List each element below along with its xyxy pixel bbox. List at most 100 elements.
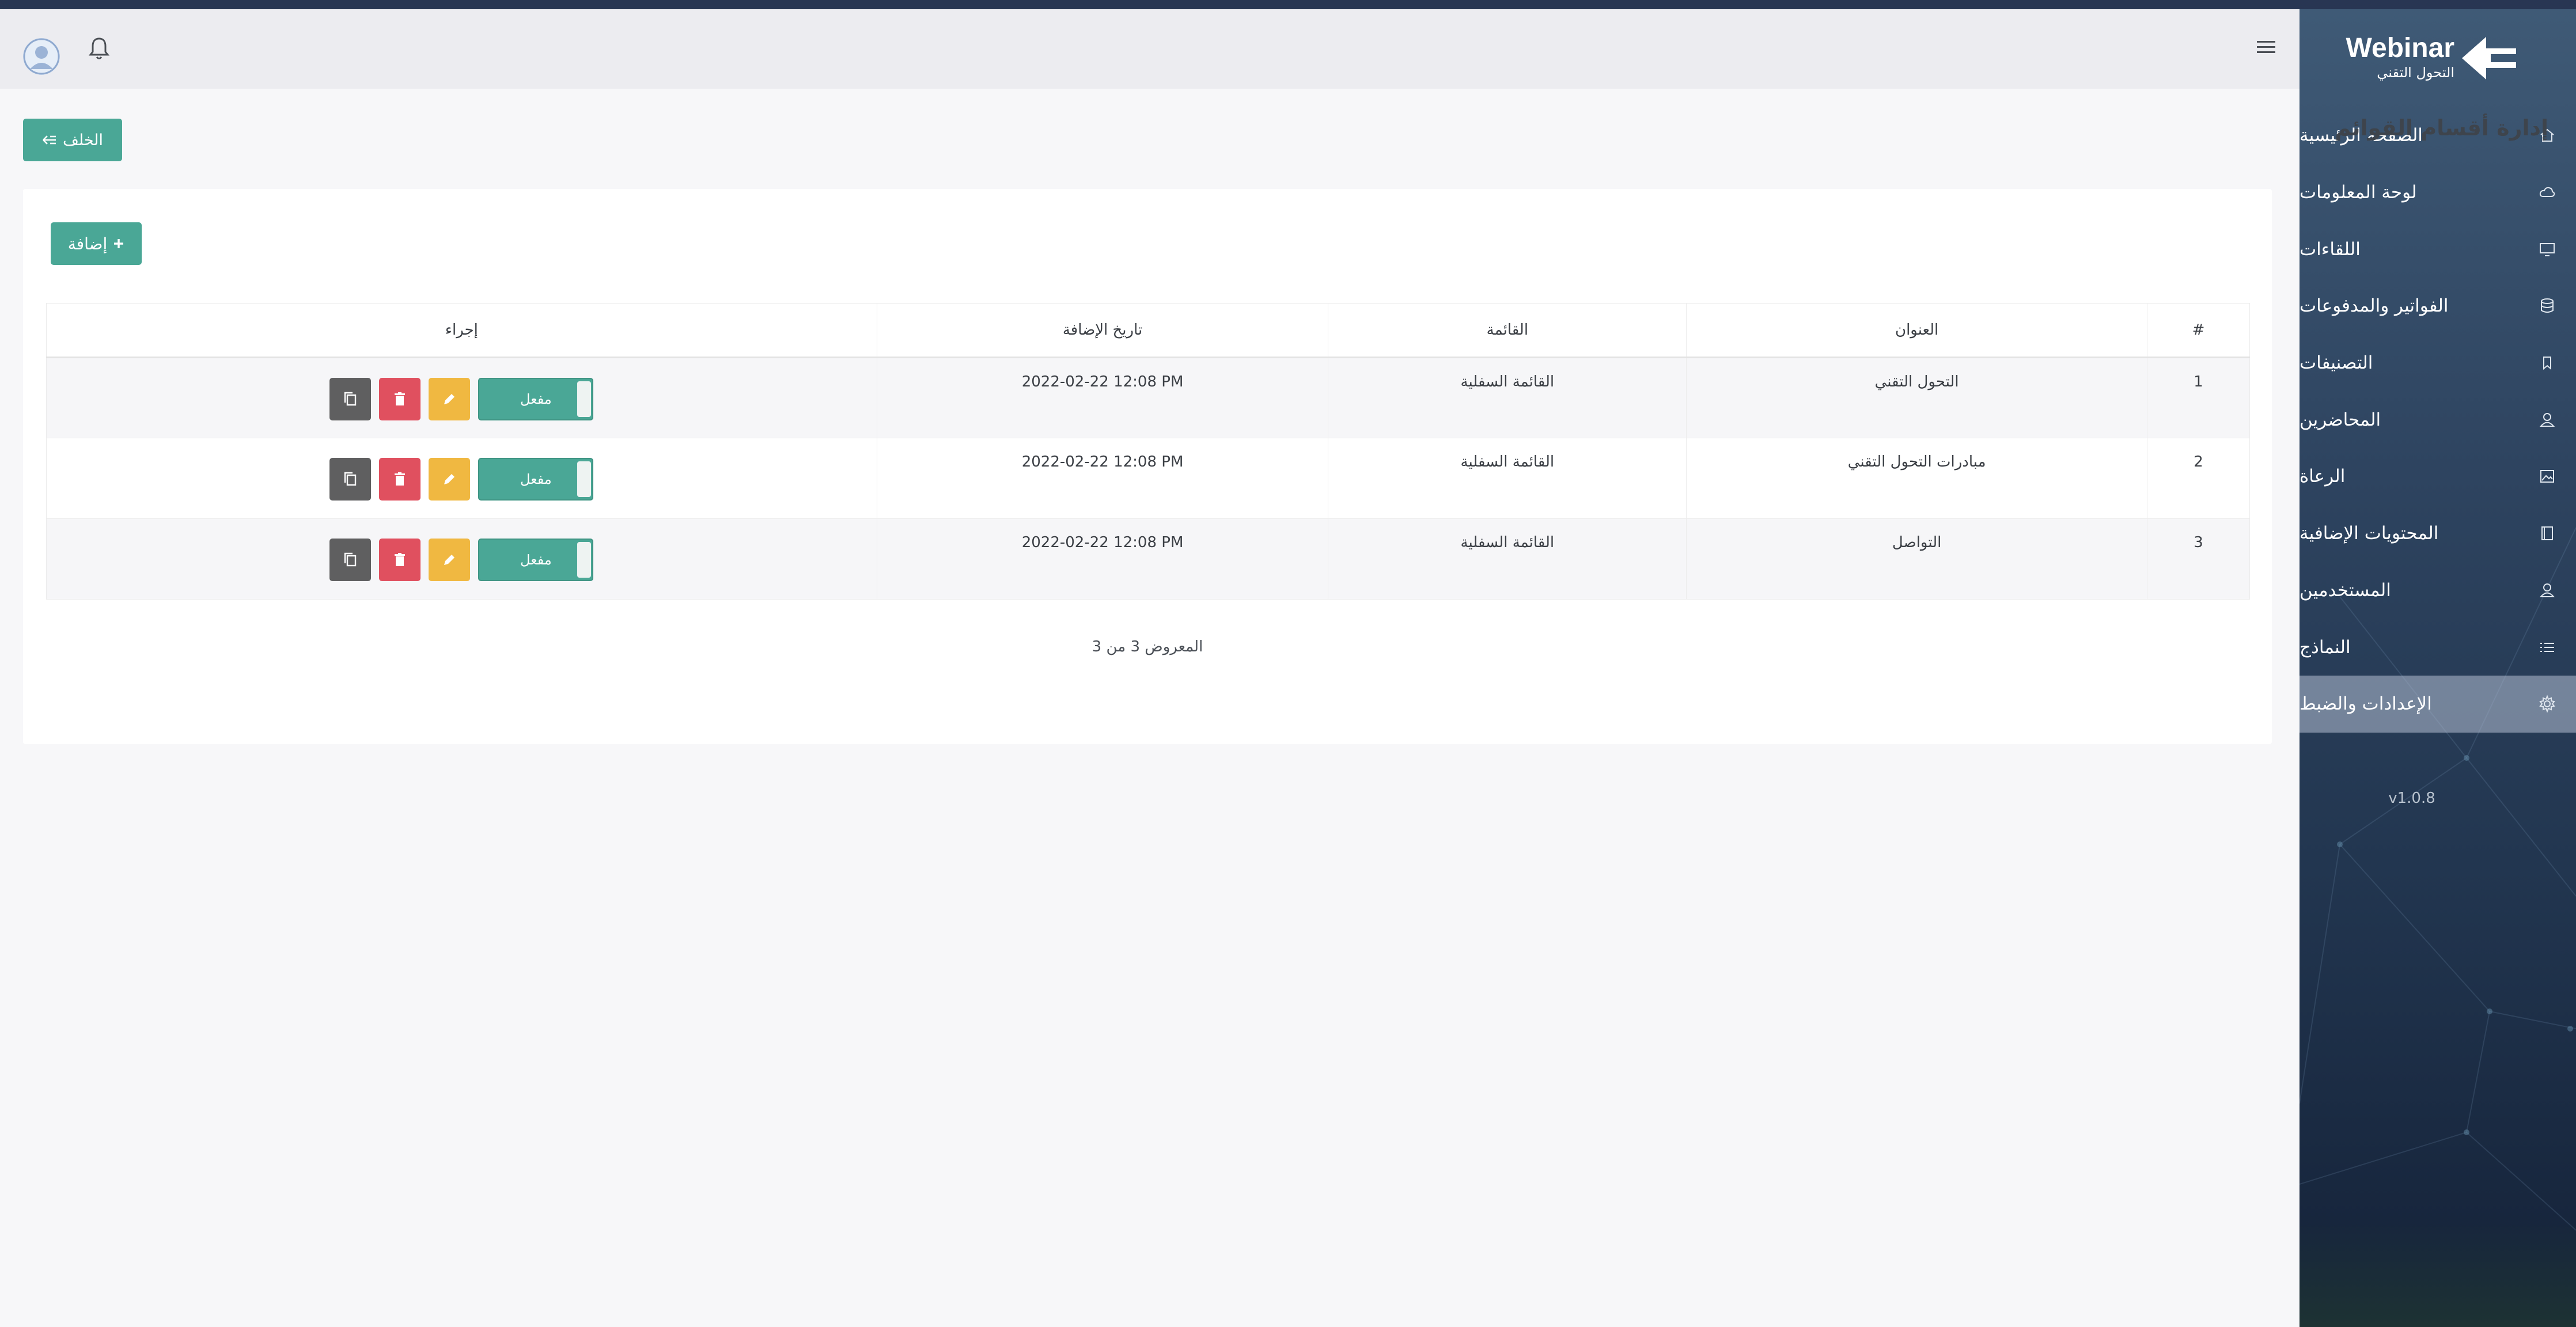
pencil-icon: [444, 394, 455, 404]
back-button[interactable]: الخلف: [23, 119, 122, 161]
sidebar-item-label: لوحة المعلومات: [2300, 182, 2417, 203]
sidebar-item-label: التصنيفات: [2300, 352, 2373, 374]
copy-icon: [344, 552, 357, 567]
copy-button[interactable]: [329, 378, 372, 420]
row-date: 2022-02-22 12:08 PM: [876, 438, 1329, 519]
sidebar-item-label: الرعاة: [2300, 466, 2346, 487]
brand-subtitle: التحول التقني: [2377, 65, 2454, 81]
row-actions: مفعل: [46, 438, 877, 519]
gear-icon: [2539, 695, 2555, 713]
edit-button[interactable]: [429, 378, 471, 420]
row-actions: مفعل: [46, 518, 877, 600]
column-header-title: العنوان: [1686, 303, 2148, 358]
column-header-action: إجراء: [46, 303, 877, 358]
content-card: إضافة إجراء تاريخ الإضافة القائمة العنوا…: [23, 189, 2272, 744]
sidebar-item-users[interactable]: المستخدمين: [2300, 562, 2576, 619]
delete-button[interactable]: [379, 378, 421, 420]
top-header: [0, 9, 2300, 89]
row-actions: مفعل: [46, 357, 877, 438]
version-label: v1.0.8: [2388, 790, 2435, 807]
sidebar-nav: الصفحة الرئيسية لوحة المعلومات اللقاءات …: [2300, 107, 2576, 733]
sidebar-item-invoices[interactable]: الفواتير والمدفوعات: [2300, 278, 2576, 335]
records-count: المعروض 3 من 3: [1092, 638, 1203, 655]
bell-icon[interactable]: [88, 36, 111, 61]
sidebar-item-label: اللقاءات: [2300, 238, 2361, 260]
sidebar-item-label: الإعدادات والضبط: [2300, 693, 2432, 715]
table-row: مفعل 2022-02-22 12:08 PM القائمة السفلية…: [46, 357, 2250, 438]
back-arrow-icon: [43, 135, 56, 145]
status-toggle[interactable]: مفعل: [478, 378, 594, 420]
toggle-knob: [577, 381, 592, 417]
row-index: 1: [2147, 357, 2250, 438]
avatar[interactable]: [23, 38, 60, 75]
sidebar-item-label: النماذج: [2300, 636, 2351, 658]
row-title: التواصل: [1686, 518, 2148, 600]
sidebar-item-dashboard[interactable]: لوحة المعلومات: [2300, 164, 2576, 221]
add-button[interactable]: إضافة: [51, 222, 142, 265]
status-label: مفعل: [520, 391, 552, 407]
hamburger-menu-icon[interactable]: [2253, 35, 2279, 60]
sidebar-item-label: الفواتير والمدفوعات: [2300, 295, 2449, 317]
row-title: مبادرات التحول التقني: [1686, 438, 2148, 519]
row-menu: القائمة السفلية: [1328, 438, 1687, 519]
copy-button[interactable]: [329, 458, 372, 501]
column-header-index: #: [2147, 303, 2250, 358]
toggle-knob: [577, 542, 592, 578]
database-icon: [2541, 298, 2554, 313]
row-menu: القائمة السفلية: [1328, 518, 1687, 600]
sidebar: Webinar التحول التقني الصفحة الرئيسية لو…: [2300, 9, 2576, 1327]
sidebar-item-settings[interactable]: الإعدادات والضبط: [2300, 675, 2576, 733]
sidebar-item-label: المستخدمين: [2300, 579, 2391, 601]
copy-button[interactable]: [329, 539, 372, 581]
column-header-date: تاريخ الإضافة: [876, 303, 1329, 358]
back-button-label: الخلف: [62, 131, 104, 149]
brand-name: Webinar: [2346, 33, 2454, 63]
trash-icon: [395, 553, 406, 566]
copy-icon: [344, 392, 357, 406]
list-icon: [2540, 642, 2554, 652]
menu-sections-table: إجراء تاريخ الإضافة القائمة العنوان # مف…: [46, 303, 2250, 600]
row-date: 2022-02-22 12:08 PM: [876, 518, 1329, 600]
pencil-icon: [444, 555, 455, 565]
table-header-row: إجراء تاريخ الإضافة القائمة العنوان #: [46, 303, 2250, 358]
pencil-icon: [444, 474, 455, 484]
column-header-menu: القائمة: [1328, 303, 1687, 358]
add-button-label: إضافة: [67, 234, 108, 253]
top-strip: [0, 0, 2576, 9]
sidebar-item-categories[interactable]: التصنيفات: [2300, 335, 2576, 392]
logo-arrow-icon: [2462, 37, 2516, 79]
sidebar-item-meetings[interactable]: اللقاءات: [2300, 221, 2576, 278]
row-title: التحول التقني: [1686, 357, 2148, 438]
user-icon: [2539, 583, 2555, 597]
sidebar-item-extra-content[interactable]: المحتويات الإضافية: [2300, 505, 2576, 562]
delete-button[interactable]: [379, 539, 421, 581]
monitor-icon: [2540, 242, 2555, 256]
status-label: مفعل: [520, 471, 552, 487]
trash-icon: [395, 392, 406, 405]
status-toggle[interactable]: مفعل: [478, 458, 594, 501]
delete-button[interactable]: [379, 458, 421, 501]
sidebar-item-forms[interactable]: النماذج: [2300, 619, 2576, 676]
status-toggle[interactable]: مفعل: [478, 539, 594, 581]
user-avatar-icon: [23, 38, 60, 75]
page-title: إدارة أقسام القوائم: [2335, 115, 2548, 141]
status-label: مفعل: [520, 552, 552, 568]
row-index: 3: [2147, 518, 2250, 600]
sidebar-item-sponsors[interactable]: الرعاة: [2300, 448, 2576, 505]
cloud-icon: [2539, 187, 2555, 198]
user-icon: [2539, 412, 2555, 427]
tag-icon: [2543, 357, 2551, 370]
row-menu: القائمة السفلية: [1328, 357, 1687, 438]
brand-logo[interactable]: Webinar التحول التقني: [2331, 26, 2521, 84]
plus-icon: [114, 239, 124, 248]
sidebar-item-label: المحاضرين: [2300, 409, 2381, 430]
book-icon: [2541, 526, 2553, 541]
sidebar-item-label: المحتويات الإضافية: [2300, 523, 2439, 544]
copy-icon: [344, 472, 357, 486]
edit-button[interactable]: [429, 458, 471, 501]
edit-button[interactable]: [429, 539, 471, 581]
image-icon: [2540, 470, 2554, 483]
row-index: 2: [2147, 438, 2250, 519]
row-date: 2022-02-22 12:08 PM: [876, 357, 1329, 438]
sidebar-item-lecturers[interactable]: المحاضرين: [2300, 391, 2576, 448]
